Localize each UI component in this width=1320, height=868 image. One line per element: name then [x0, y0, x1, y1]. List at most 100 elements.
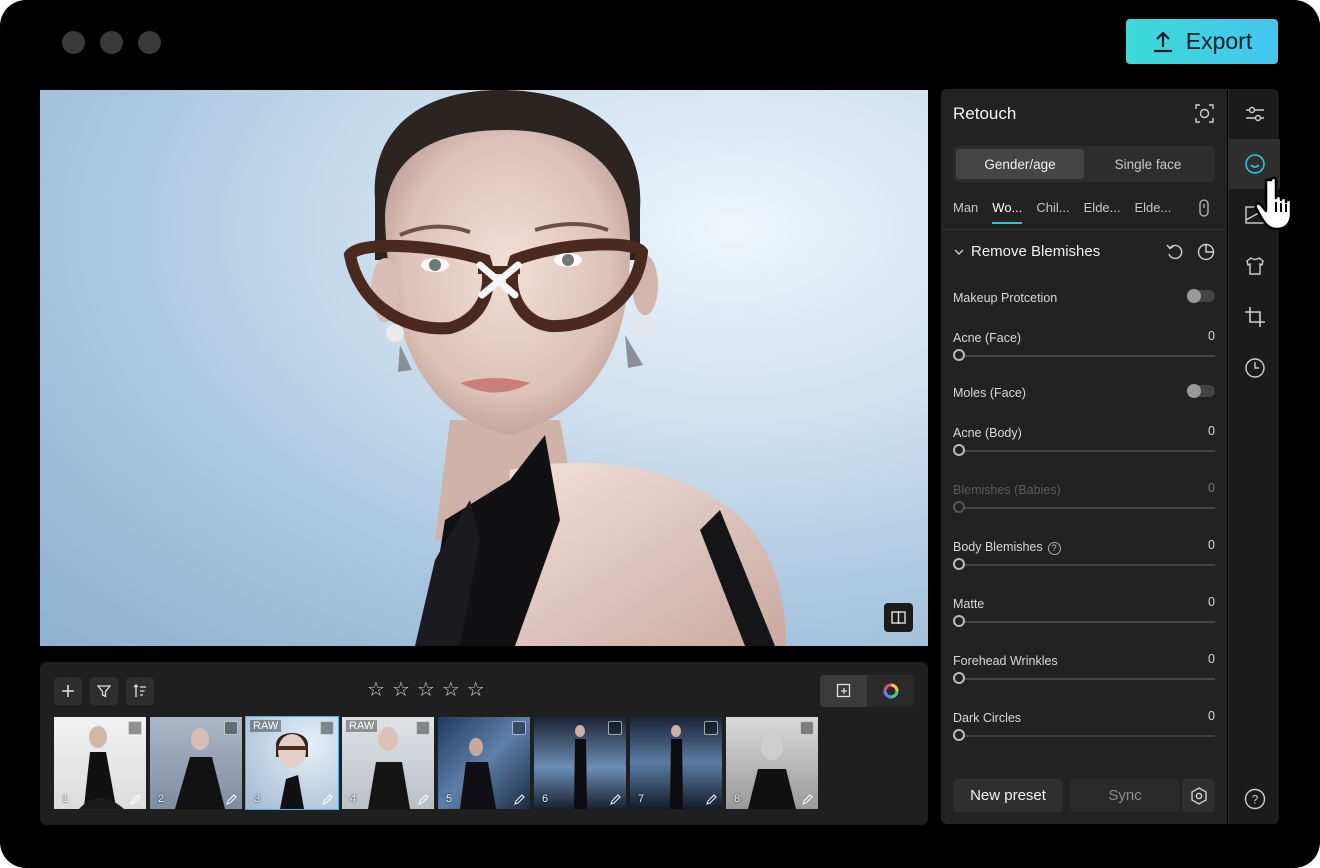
portrait-photo	[343, 90, 786, 646]
thumbnail-number: 8	[734, 793, 741, 805]
raw-badge: RAW	[250, 720, 282, 732]
body-blemishes-slider-track[interactable]	[953, 564, 1215, 566]
edit-icon	[322, 794, 333, 805]
rail-background-button[interactable]	[1229, 190, 1280, 240]
sync-settings-button[interactable]	[1182, 779, 1215, 812]
tab-single-face[interactable]: Single face	[1084, 149, 1212, 179]
edit-icon	[610, 794, 621, 805]
matte-slider-track[interactable]	[953, 621, 1215, 623]
acne-face-slider-track[interactable]	[953, 355, 1215, 357]
moles-face-row: Moles (Face)	[953, 384, 1215, 402]
upload-icon	[1153, 30, 1172, 52]
chevron-down-icon	[954, 249, 964, 255]
dark-circles-slider-track[interactable]	[953, 735, 1215, 737]
thumbnail[interactable]: 1	[54, 717, 146, 809]
filter-icon	[97, 685, 111, 698]
edit-icon	[514, 794, 525, 805]
acne-face-slider-handle[interactable]	[953, 349, 965, 361]
clothing-icon	[1245, 257, 1264, 275]
acne-body-slider-track[interactable]	[953, 450, 1215, 452]
thumbnail[interactable]: 6	[534, 717, 626, 809]
reset-icon[interactable]	[1166, 243, 1184, 261]
thumbnail-number: 4	[350, 793, 357, 805]
panel-title: Retouch	[953, 104, 1017, 123]
before-after-compare-button[interactable]	[884, 603, 913, 632]
thumbnail[interactable]: 7	[630, 717, 722, 809]
star-5[interactable]: ☆	[467, 680, 485, 700]
export-label: Export	[1185, 28, 1253, 54]
tool-rail: ?	[1228, 89, 1280, 824]
thumbnail[interactable]: RAW 4	[342, 717, 434, 809]
filter-button[interactable]	[90, 677, 118, 705]
tab-man[interactable]: Man	[953, 200, 978, 215]
star-1[interactable]: ☆	[367, 680, 385, 700]
maximize-window-button[interactable]	[138, 31, 161, 54]
acne-body-slider-handle[interactable]	[953, 444, 965, 456]
minimize-window-button[interactable]	[100, 31, 123, 54]
rail-history-button[interactable]	[1229, 343, 1280, 393]
thumbnail-selected[interactable]: RAW 3	[245, 716, 339, 810]
help-icon[interactable]: ?	[1047, 542, 1061, 555]
forehead-wrinkles-slider-track[interactable]	[953, 678, 1215, 680]
add-to-export-button[interactable]	[820, 675, 867, 707]
sort-icon	[133, 684, 146, 697]
add-photo-button[interactable]	[54, 677, 82, 705]
close-window-button[interactable]	[62, 31, 85, 54]
star-4[interactable]: ☆	[442, 680, 460, 700]
rail-crop-button[interactable]	[1229, 292, 1280, 342]
acne-face-label: Acne (Face)	[953, 331, 1022, 345]
tab-woman[interactable]: Wo...	[992, 200, 1023, 224]
more-tabs-icon[interactable]	[1197, 199, 1211, 217]
thumbnail[interactable]: 8	[726, 717, 818, 809]
color-wheel-button[interactable]	[867, 675, 914, 707]
new-preset-button[interactable]: New preset	[953, 779, 1063, 812]
before-after-icon[interactable]	[1197, 243, 1215, 261]
thumbnail-number: 3	[254, 793, 261, 805]
dark-circles-row: Dark Circles 0	[953, 709, 1215, 741]
body-blemishes-slider-handle[interactable]	[953, 558, 965, 570]
forehead-wrinkles-label: Forehead Wrinkles	[953, 654, 1058, 668]
export-button[interactable]: Export	[1126, 19, 1278, 64]
dark-circles-slider-handle[interactable]	[953, 729, 965, 741]
tab-elder-2[interactable]: Elde...	[1135, 200, 1172, 215]
matte-row: Matte 0	[953, 595, 1215, 627]
svg-text:?: ?	[1251, 793, 1258, 807]
matte-label: Matte	[953, 597, 985, 611]
face-scan-icon[interactable]	[1195, 104, 1214, 123]
moles-face-toggle[interactable]	[1187, 384, 1215, 398]
tab-child[interactable]: Chil...	[1036, 200, 1069, 215]
section-title: Remove Blemishes	[971, 243, 1101, 260]
sort-button[interactable]	[126, 677, 154, 705]
star-rating[interactable]: ☆ ☆ ☆ ☆ ☆	[367, 680, 485, 700]
acne-face-row: Acne (Face) 0	[953, 329, 1215, 361]
blemishes-babies-value: 0	[1208, 481, 1215, 495]
sync-button[interactable]: Sync	[1070, 779, 1180, 812]
forehead-wrinkles-slider-handle[interactable]	[953, 672, 965, 684]
crop-icon	[1244, 307, 1265, 327]
tab-gender-age[interactable]: Gender/age	[956, 149, 1084, 179]
star-2[interactable]: ☆	[392, 680, 410, 700]
rail-adjust-button[interactable]	[1229, 89, 1280, 139]
matte-slider-handle[interactable]	[953, 615, 965, 627]
makeup-protection-row: Makeup Protcetion	[953, 289, 1215, 307]
rail-clothing-button[interactable]	[1229, 241, 1280, 291]
section-tools	[1166, 243, 1215, 261]
section-remove-blemishes[interactable]: Remove Blemishes	[953, 243, 1100, 260]
export-badge-icon	[224, 721, 238, 735]
acne-body-value: 0	[1208, 424, 1215, 438]
makeup-protection-toggle[interactable]	[1187, 289, 1215, 303]
rail-retouch-button[interactable]	[1229, 139, 1280, 189]
thumbnail-number: 5	[446, 793, 453, 805]
thumbnail[interactable]: 5	[438, 717, 530, 809]
export-badge-icon	[608, 721, 622, 735]
retouch-panel: Retouch Gender/age Single face Man Wo...…	[941, 89, 1227, 824]
export-badge-icon	[512, 721, 526, 735]
photo-canvas[interactable]	[40, 90, 928, 646]
export-badge-icon	[416, 721, 430, 735]
rail-help-button[interactable]: ?	[1229, 774, 1280, 824]
star-3[interactable]: ☆	[417, 680, 435, 700]
edit-icon	[802, 794, 813, 805]
dark-circles-value: 0	[1208, 709, 1215, 723]
tab-elder-1[interactable]: Elde...	[1084, 200, 1121, 215]
thumbnail[interactable]: 2	[150, 717, 242, 809]
